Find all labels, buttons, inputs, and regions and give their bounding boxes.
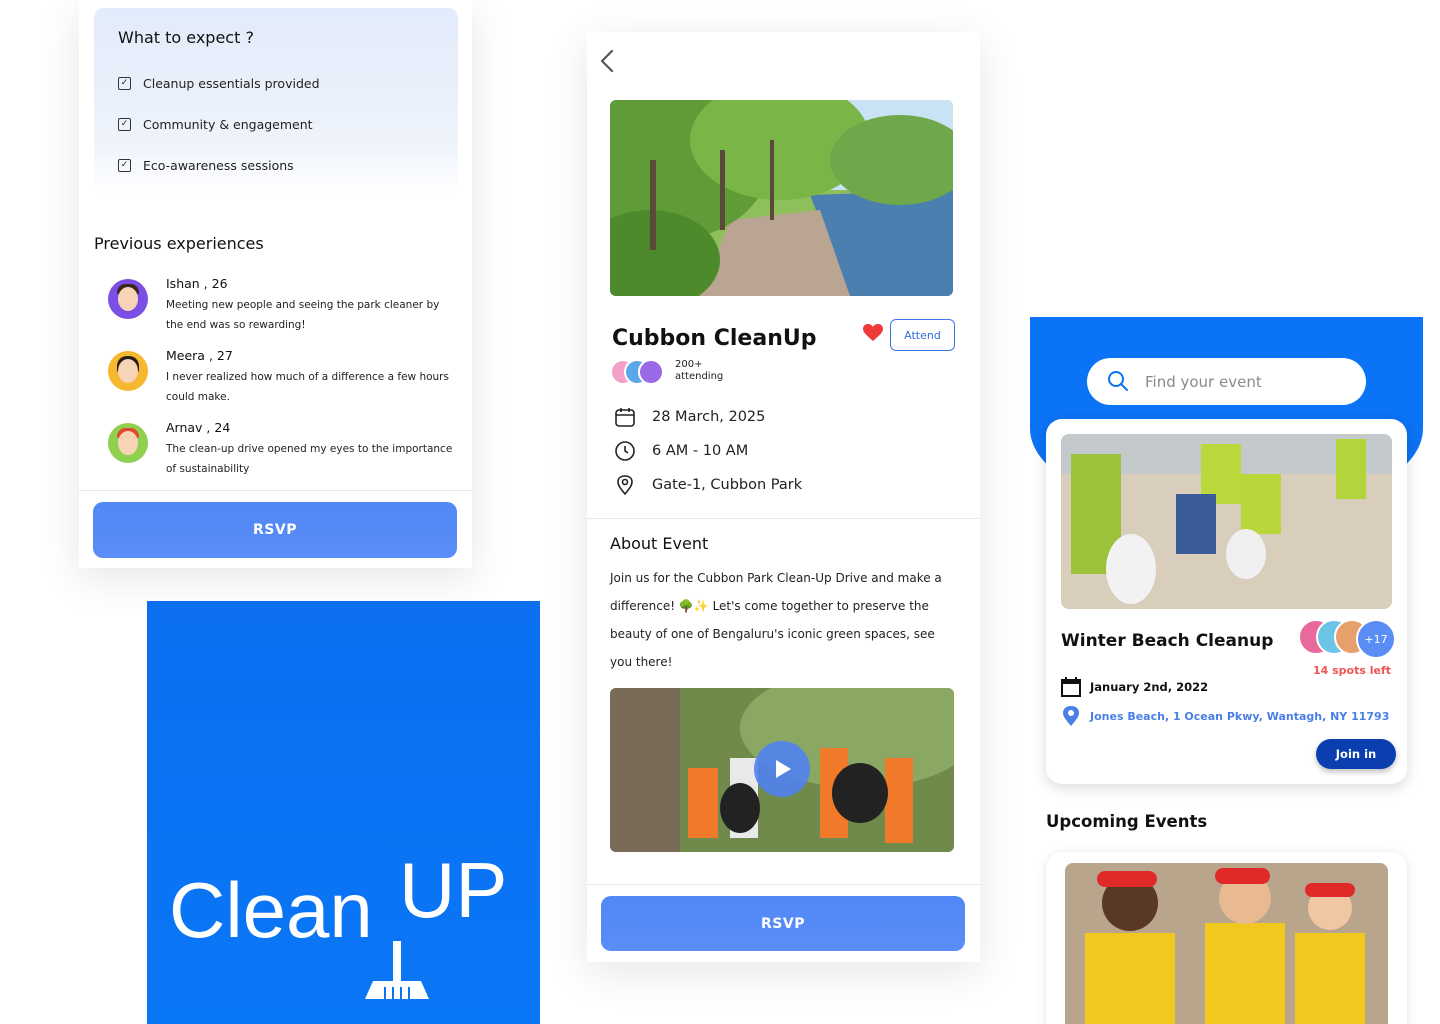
back-chevron-icon[interactable] <box>597 48 621 78</box>
featured-event-date: January 2nd, 2022 <box>1061 677 1208 697</box>
search-icon <box>1108 371 1128 391</box>
upcoming-events-title: Upcoming Events <box>1046 812 1208 831</box>
broom-icon <box>365 981 429 999</box>
footer-bar: RSVP <box>587 884 980 962</box>
featured-event-title: Winter Beach Cleanup <box>1061 631 1274 651</box>
participant-avatars: +17 <box>1298 619 1408 659</box>
attend-button[interactable]: Attend <box>890 319 955 351</box>
reviewer-name: Meera , 27 <box>166 348 233 363</box>
event-video[interactable] <box>610 688 954 852</box>
footer-bar: RSVP <box>79 490 472 568</box>
event-time-row: 6 AM - 10 AM <box>614 440 748 462</box>
rsvp-button[interactable]: RSVP <box>601 896 965 951</box>
attendee-avatars <box>610 359 666 385</box>
divider <box>587 518 980 519</box>
expect-item: ✓ Community & engagement <box>118 104 434 145</box>
event-hero-image <box>610 100 953 296</box>
what-to-expect-card: What to expect ? ✓ Cleanup essentials pr… <box>94 8 458 196</box>
avatar <box>108 351 148 391</box>
event-location-row: Gate-1, Cubbon Park <box>614 474 802 496</box>
attending-count: 200+ attending <box>675 359 724 382</box>
calendar-icon <box>1061 677 1081 697</box>
calendar-icon <box>615 408 635 427</box>
logo-text-clean: Clean <box>169 866 373 954</box>
search-bar[interactable] <box>1087 358 1366 405</box>
about-event-text: Join us for the Cubbon Park Clean-Up Dri… <box>610 571 942 669</box>
review-item: Ishan , 26 Meeting new people and seeing… <box>108 276 458 335</box>
featured-event-location[interactable]: Jones Beach, 1 Ocean Pkwy, Wantagh, NY 1… <box>1061 705 1389 727</box>
location-pin-icon <box>1063 706 1079 726</box>
review-item: Meera , 27 I never realized how much of … <box>108 348 458 407</box>
reviewer-name: Ishan , 26 <box>166 276 228 291</box>
more-participants-count: +17 <box>1356 619 1396 659</box>
checkbox-icon: ✓ <box>118 77 131 90</box>
review-text: Meeting new people and seeing the park c… <box>166 299 440 331</box>
review-text: The clean-up drive opened my eyes to the… <box>166 443 453 475</box>
previous-experiences-title: Previous experiences <box>94 234 264 253</box>
clock-icon <box>615 441 635 461</box>
event-page-panel: Cubbon CleanUp Attend 200+ attending 28 … <box>587 32 980 962</box>
checkbox-icon: ✓ <box>118 118 131 131</box>
upcoming-event-card[interactable] <box>1046 852 1407 1024</box>
about-event-title: About Event <box>610 534 709 553</box>
event-details-panel: What to expect ? ✓ Cleanup essentials pr… <box>79 0 472 568</box>
reviewer-name: Arnav , 24 <box>166 420 231 435</box>
rsvp-button[interactable]: RSVP <box>93 502 457 558</box>
location-pin-icon <box>617 475 633 496</box>
cleanup-logo: Clean UP <box>169 851 507 999</box>
event-title: Cubbon CleanUp <box>612 326 817 351</box>
spots-left: 14 spots left <box>1312 664 1391 677</box>
review-text: I never realized how much of a differenc… <box>166 371 449 403</box>
what-to-expect-title: What to expect ? <box>118 28 254 47</box>
play-icon[interactable] <box>754 741 810 797</box>
review-item: Arnav , 24 The clean-up drive opened my … <box>108 420 458 479</box>
search-input[interactable] <box>1145 372 1345 391</box>
find-events-panel: Winter Beach Cleanup +17 14 spots left J… <box>1030 317 1423 1024</box>
heart-icon[interactable] <box>863 324 883 346</box>
avatar <box>108 423 148 463</box>
event-date-row: 28 March, 2025 <box>614 406 765 428</box>
join-in-button[interactable]: Join in <box>1316 739 1396 769</box>
checkbox-icon: ✓ <box>118 159 131 172</box>
avatar <box>108 279 148 319</box>
featured-event-image <box>1061 434 1392 609</box>
logo-text-up: UP <box>399 851 507 934</box>
expect-item: ✓ Cleanup essentials provided <box>118 63 434 104</box>
featured-event-card[interactable]: Winter Beach Cleanup +17 14 spots left J… <box>1046 419 1407 784</box>
upcoming-event-image <box>1065 863 1388 1024</box>
cleanup-logo-panel: Clean UP <box>147 601 540 1024</box>
expect-item: ✓ Eco-awareness sessions <box>118 145 434 186</box>
